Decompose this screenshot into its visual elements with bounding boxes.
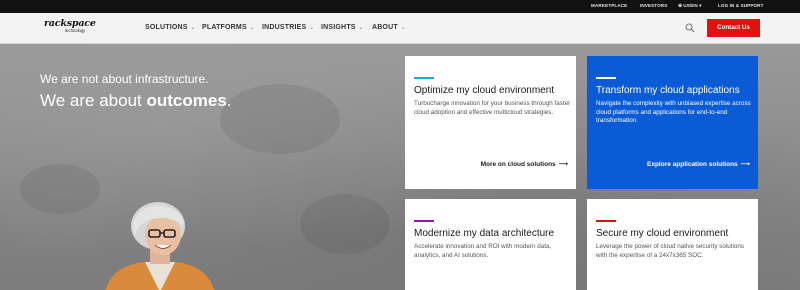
nav-item-label: INDUSTRIES [262,24,307,31]
chevron-down-icon: ⌄ [309,25,315,31]
nav-item-label: PLATFORMS [202,24,247,31]
card-accent-bar [414,220,434,222]
hero-heading: We are about outcomes. [40,91,232,111]
main-nav: rackspace technology SOLUTIONS ⌄ PLATFORM… [0,13,800,44]
card-optimize-cloud[interactable]: Optimize my cloud environment Turbocharg… [405,56,576,189]
nav-item-insights[interactable]: INSIGHTS ⌄ [321,24,363,31]
nav-item-industries[interactable]: INDUSTRIES ⌄ [262,24,314,31]
card-title: Optimize my cloud environment [414,85,555,96]
card-title: Secure my cloud environment [596,228,729,239]
card-accent-bar [414,77,434,79]
card-description: Turbocharge innovation for your business… [414,100,571,116]
logo-subtext: technology [65,28,86,33]
globe-icon: ⊕ [678,3,683,9]
rackspace-logo[interactable]: rackspace technology [44,19,104,39]
card-title: Transform my cloud applications [596,85,740,96]
contact-us-button[interactable]: Contact Us [707,19,760,37]
card-description: Accelerate innovation and ROI with moder… [414,243,552,259]
chevron-down-icon: ⌄ [249,25,255,31]
chevron-down-icon: ⌄ [400,25,406,31]
locale-label: US/EN [683,3,698,8]
nav-item-label: SOLUTIONS [145,24,188,31]
chevron-down-icon: ⌄ [358,25,364,31]
card-accent-bar [596,220,616,222]
hero-section: We are not about infrastructure. We are … [0,44,800,290]
investors-link[interactable]: INVESTORS [640,3,667,8]
utility-bar: MARKETPLACE INVESTORS ⊕US/EN ▾ LOG IN & … [0,0,800,13]
nav-item-label: ABOUT [372,24,398,31]
chevron-down-icon: ⌄ [190,25,196,31]
explore-application-solutions-link[interactable]: Explore application solutions ⟶ [647,160,750,168]
card-transform-applications[interactable]: Transform my cloud applications Navigate… [587,56,758,189]
nav-item-label: INSIGHTS [321,24,356,31]
locale-selector[interactable]: ⊕US/EN ▾ [678,3,702,9]
card-link-label: Explore application solutions [647,161,738,168]
chevron-down-icon: ▾ [699,3,702,8]
card-title: Modernize my data architecture [414,228,555,239]
login-support-link[interactable]: LOG IN & SUPPORT [718,3,764,8]
hero-subheading: We are not about infrastructure. [40,72,209,86]
card-accent-bar [596,77,616,79]
nav-item-about[interactable]: ABOUT ⌄ [372,24,406,31]
nav-item-solutions[interactable]: SOLUTIONS ⌄ [145,24,195,31]
card-description: Navigate the complexity with unbiased ex… [596,100,751,125]
hero-heading-emphasis: outcomes [146,91,227,110]
nav-item-platforms[interactable]: PLATFORMS ⌄ [202,24,255,31]
arrow-right-icon: ⟶ [558,161,568,168]
card-secure-cloud[interactable]: Secure my cloud environment Leverage the… [587,199,758,290]
card-description: Leverage the power of cloud native secur… [596,243,745,259]
search-icon[interactable] [685,23,695,33]
more-on-cloud-solutions-link[interactable]: More on cloud solutions ⟶ [481,160,568,168]
card-modernize-data[interactable]: Modernize my data architecture Accelerat… [405,199,576,290]
hero-heading-suffix: . [226,91,232,110]
card-link-label: More on cloud solutions [480,161,556,168]
hero-heading-prefix: We are about [40,91,147,110]
arrow-right-icon: ⟶ [740,161,750,168]
smiling-person-image [105,202,215,290]
marketplace-link[interactable]: MARKETPLACE [591,3,627,8]
